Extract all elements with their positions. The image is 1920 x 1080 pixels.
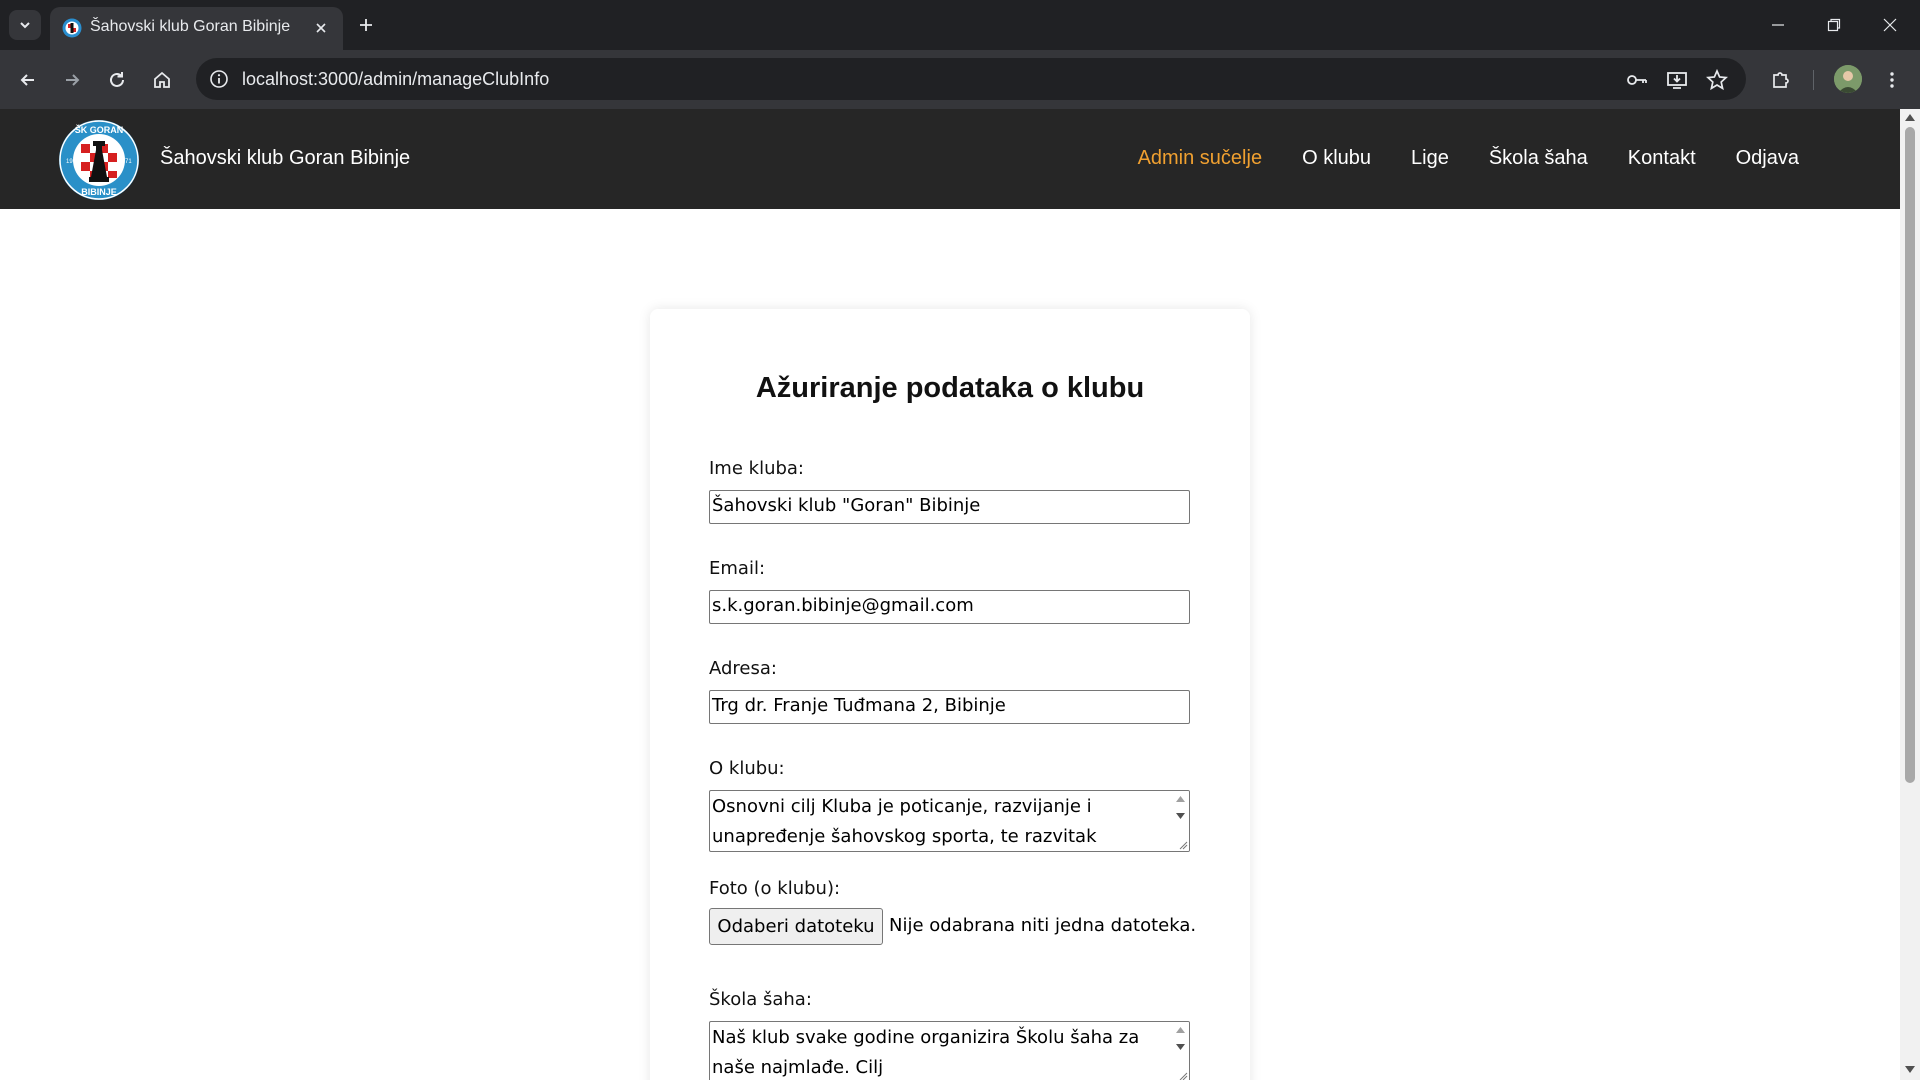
school-textarea[interactable]: Naš klub svake godine organizira Školu š… bbox=[709, 1021, 1190, 1080]
nav-logout[interactable]: Odjava bbox=[1736, 147, 1799, 170]
nav-contact[interactable]: Kontakt bbox=[1628, 147, 1696, 170]
school-scrollbar[interactable] bbox=[1171, 1022, 1189, 1080]
main-nav: Admin sučelje O klubu Lige Škola šaha Ko… bbox=[1098, 147, 1799, 170]
profile-avatar[interactable] bbox=[1834, 65, 1862, 93]
install-icon bbox=[1667, 72, 1687, 89]
logo-top-text: ŠK GORAN bbox=[75, 124, 124, 135]
close-tab-button[interactable] bbox=[309, 16, 333, 40]
key-icon bbox=[1627, 75, 1647, 85]
restore-icon bbox=[1827, 18, 1841, 32]
club-name-label: Ime kluba: bbox=[709, 458, 804, 479]
resize-handle-icon[interactable] bbox=[1178, 840, 1188, 850]
address-bar[interactable]: localhost:3000/admin/manageClubInfo bbox=[196, 58, 1746, 100]
club-name-input[interactable]: Šahovski klub "Goran" Bibinje bbox=[709, 490, 1190, 524]
url-text: localhost:3000/admin/manageClubInfo bbox=[242, 69, 550, 89]
close-icon bbox=[316, 23, 326, 33]
school-text: Naš klub svake godine organizira Školu š… bbox=[712, 1027, 1140, 1078]
choose-file-button[interactable]: Odaberi datoteku bbox=[709, 908, 883, 945]
club-logo-favicon-icon bbox=[62, 18, 82, 38]
restore-button[interactable] bbox=[1806, 0, 1862, 50]
profile-picture-icon bbox=[1834, 65, 1862, 93]
chevron-down-icon bbox=[20, 22, 30, 29]
about-textarea[interactable]: Osnovni cilj Kluba je poticanje, razvija… bbox=[709, 790, 1190, 852]
club-info-form: Ažuriranje podataka o klubu Ime kluba: Š… bbox=[650, 309, 1250, 1080]
site-header: ŠK GORAN BIBINJE 19 71 Šahovski klub Gor… bbox=[0, 109, 1900, 209]
active-tab[interactable]: Šahovski klub Goran Bibinje bbox=[50, 7, 343, 50]
bookmark-button[interactable] bbox=[1703, 66, 1731, 94]
site-info-button[interactable] bbox=[205, 65, 233, 93]
email-input[interactable]: s.k.goran.bibinje@gmail.com bbox=[709, 590, 1190, 624]
browser-tab-bar: Šahovski klub Goran Bibinje bbox=[0, 0, 1920, 50]
tab-title: Šahovski klub Goran Bibinje bbox=[90, 18, 291, 35]
about-text: Osnovni cilj Kluba je poticanje, razvija… bbox=[712, 796, 1097, 847]
scroll-up-arrow-icon[interactable] bbox=[1176, 1027, 1185, 1033]
about-label: O klubu: bbox=[709, 758, 785, 779]
password-key-button[interactable] bbox=[1623, 66, 1651, 94]
back-button[interactable] bbox=[12, 64, 44, 96]
scroll-down-arrow-icon[interactable] bbox=[1176, 1044, 1185, 1050]
about-scrollbar[interactable] bbox=[1171, 791, 1189, 851]
tab-search-button[interactable] bbox=[9, 10, 41, 40]
minimize-icon bbox=[1772, 24, 1784, 26]
file-status: Nije odabrana niti jedna datoteka. bbox=[889, 915, 1197, 936]
page-scroll-thumb[interactable] bbox=[1905, 127, 1915, 783]
scroll-up-arrow-icon[interactable] bbox=[1176, 796, 1185, 802]
extensions-button[interactable] bbox=[1765, 64, 1797, 96]
logo-year-left: 19 bbox=[66, 159, 73, 165]
plus-icon bbox=[360, 19, 372, 31]
toolbar-divider bbox=[1813, 70, 1814, 90]
nav-chess-school[interactable]: Škola šaha bbox=[1489, 147, 1588, 170]
install-app-button[interactable] bbox=[1663, 66, 1691, 94]
nav-about[interactable]: O klubu bbox=[1302, 147, 1371, 170]
scroll-down-arrow-icon[interactable] bbox=[1176, 813, 1185, 819]
close-icon bbox=[1883, 18, 1897, 32]
close-window-button[interactable] bbox=[1862, 0, 1918, 50]
nav-leagues[interactable]: Lige bbox=[1411, 147, 1449, 170]
browser-toolbar: localhost:3000/admin/manageClubInfo bbox=[0, 50, 1920, 109]
home-button[interactable] bbox=[146, 64, 178, 96]
page-viewport: ŠK GORAN BIBINJE 19 71 Šahovski klub Gor… bbox=[0, 109, 1920, 1080]
new-tab-button[interactable] bbox=[353, 12, 379, 38]
email-label: Email: bbox=[709, 558, 766, 579]
puzzle-icon bbox=[1773, 72, 1789, 88]
nav-admin[interactable]: Admin sučelje bbox=[1138, 147, 1263, 170]
site-brand[interactable]: Šahovski klub Goran Bibinje bbox=[160, 147, 410, 170]
photo-label: Foto (o klubu): bbox=[709, 878, 841, 899]
home-icon bbox=[154, 71, 170, 88]
scroll-up-arrow-icon[interactable] bbox=[1905, 113, 1915, 121]
reload-icon bbox=[110, 72, 124, 87]
resize-handle-icon[interactable] bbox=[1178, 1071, 1188, 1080]
arrow-left-icon bbox=[20, 74, 34, 86]
club-logo[interactable]: ŠK GORAN BIBINJE 19 71 bbox=[58, 119, 140, 201]
form-title: Ažuriranje podataka o klubu bbox=[755, 372, 1145, 404]
address-label: Adresa: bbox=[709, 658, 777, 679]
forward-button[interactable] bbox=[56, 64, 88, 96]
svg-text:BIBINJE: BIBINJE bbox=[81, 187, 117, 197]
address-input[interactable]: Trg dr. Franje Tuđmana 2, Bibinje bbox=[709, 690, 1190, 724]
scroll-down-arrow-icon[interactable] bbox=[1905, 1066, 1915, 1074]
star-icon bbox=[1706, 69, 1728, 91]
school-label: Škola šaha: bbox=[709, 989, 812, 1010]
browser-menu-button[interactable] bbox=[1876, 64, 1908, 96]
logo-year-right: 71 bbox=[125, 159, 132, 165]
reload-button[interactable] bbox=[101, 64, 133, 96]
arrow-right-icon bbox=[66, 74, 80, 86]
minimize-button[interactable] bbox=[1750, 0, 1806, 50]
more-vertical-icon bbox=[1890, 72, 1894, 88]
page-scrollbar[interactable] bbox=[1900, 109, 1920, 1080]
info-icon bbox=[210, 70, 228, 88]
